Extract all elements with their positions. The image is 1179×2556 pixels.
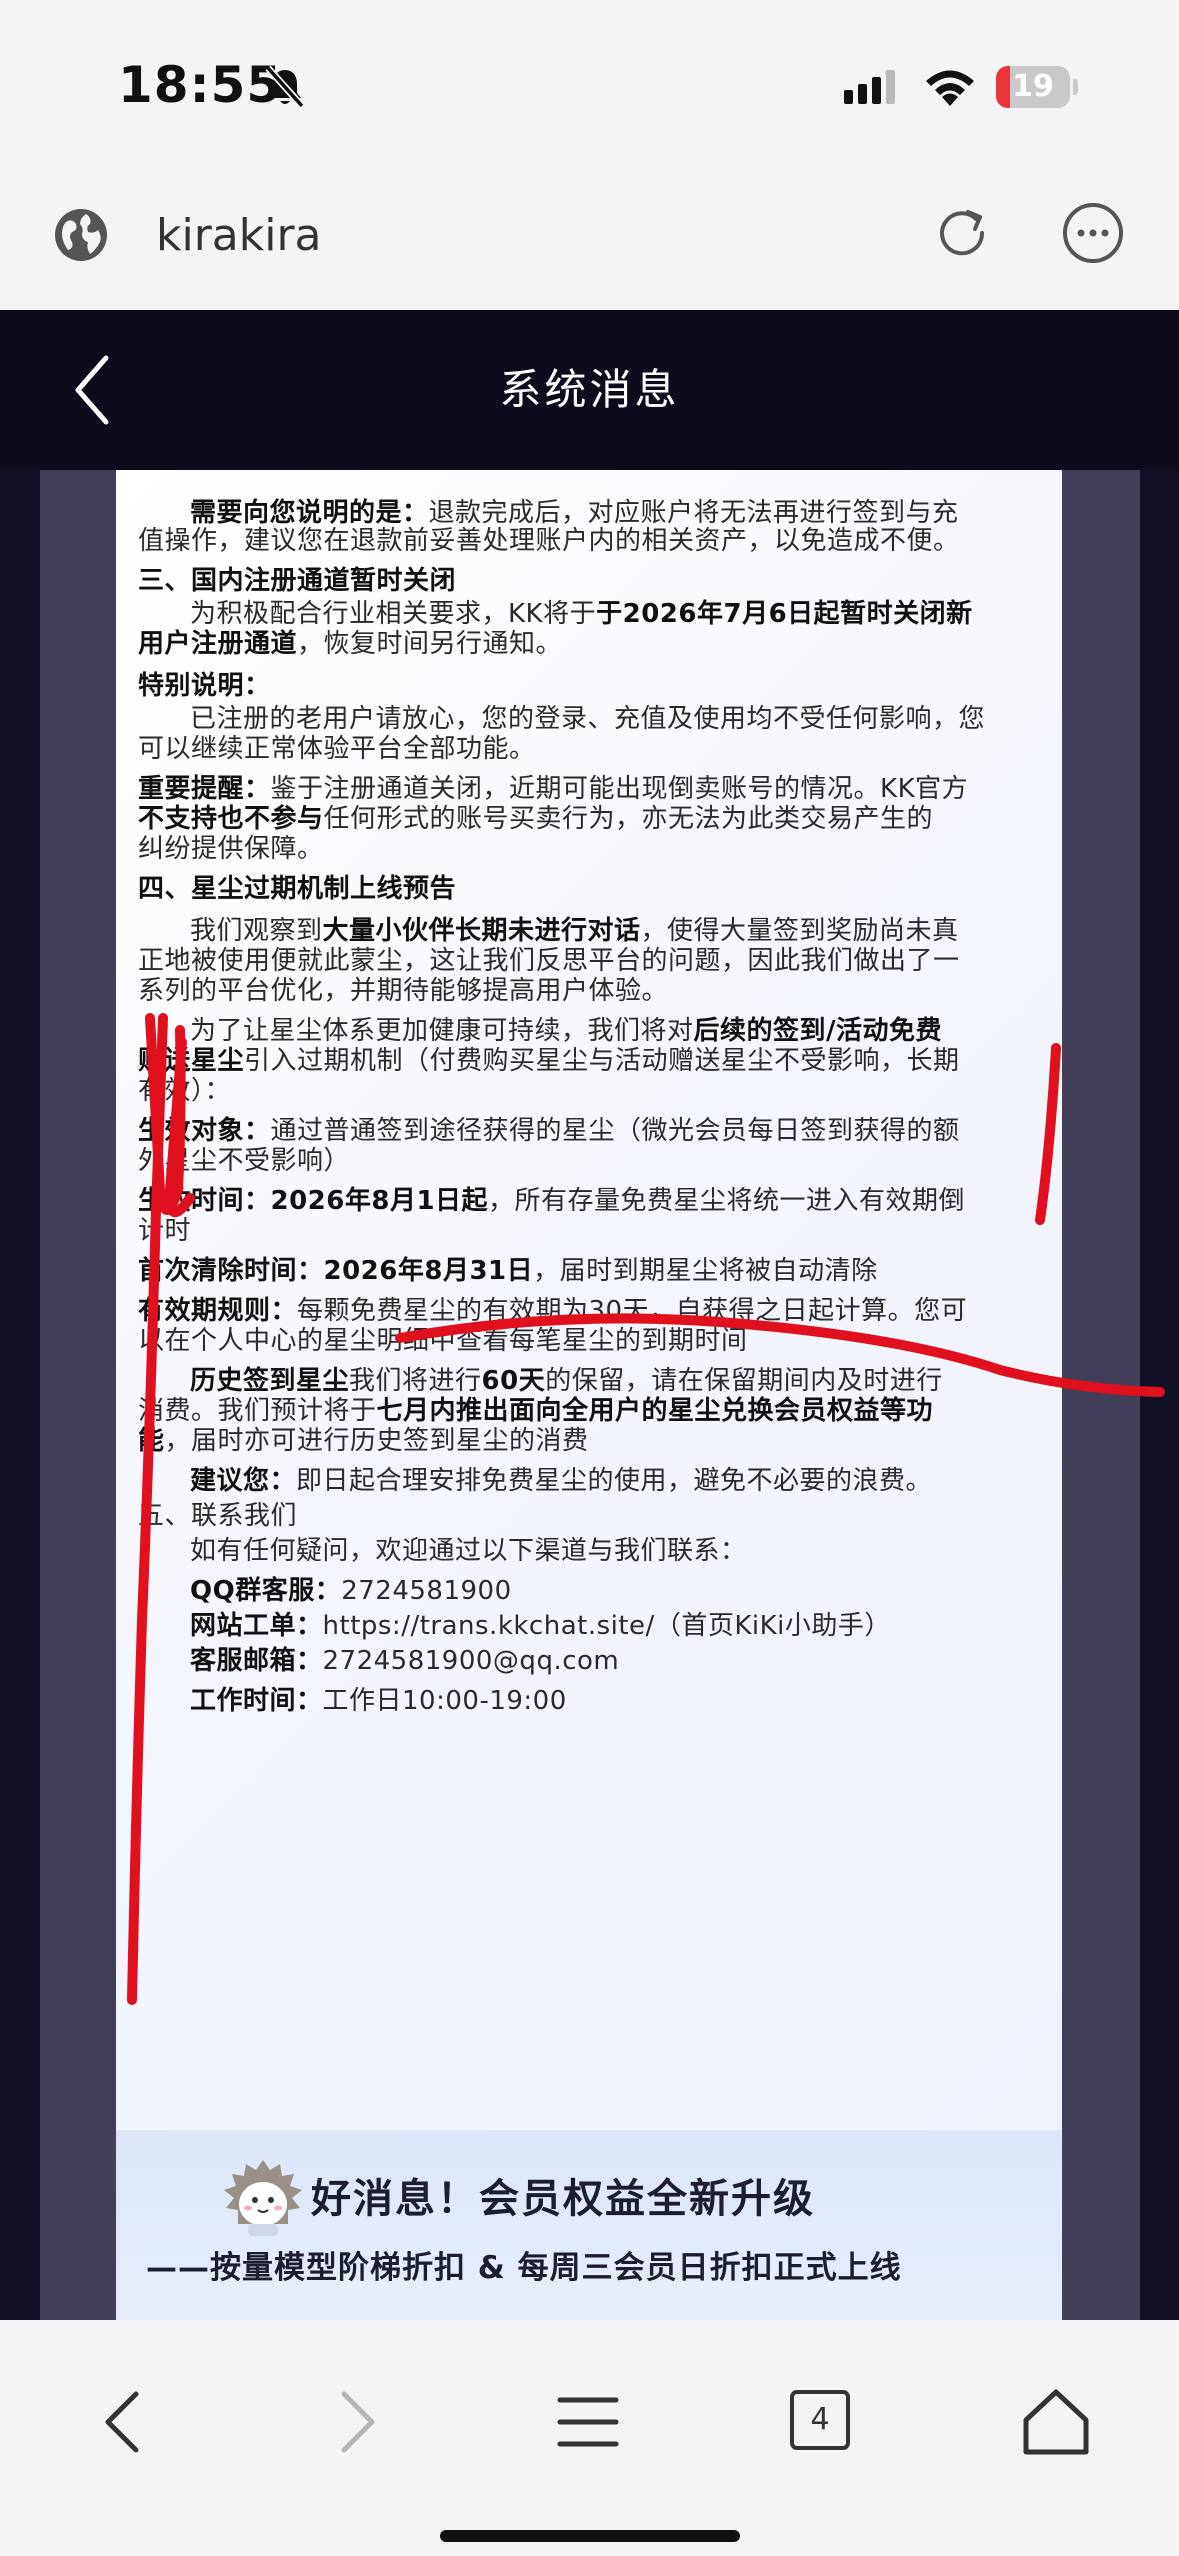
bell-slash-icon bbox=[265, 65, 305, 109]
notice-image: 需要向您说明的是：退款完成后，对应账户将无法再进行签到与充 值操作，建议您在退款前… bbox=[116, 470, 1062, 2320]
notice-frame: 需要向您说明的是：退款完成后，对应账户将无法再进行签到与充 值操作，建议您在退款前… bbox=[40, 470, 1140, 2320]
notice-line: QQ群客服：2724581900 bbox=[138, 1570, 512, 1607]
page-title: 系统消息 bbox=[499, 365, 680, 414]
notice-text-segment: 计时 bbox=[138, 1216, 192, 1246]
notice-line: 能，届时亦可进行历史签到星尘的消费 bbox=[138, 1420, 589, 1457]
notice-line: 工作时间：工作日10:00-19:00 bbox=[138, 1680, 567, 1717]
notice-line: 外星尘不受影响） bbox=[138, 1140, 350, 1177]
notice-line: 生效时间：2026年8月1日起，所有存量免费星尘将统一进入有效期倒 bbox=[138, 1180, 965, 1217]
notice-line: 用户注册通道，恢复时间另行通知。 bbox=[138, 623, 562, 660]
battery-icon: 19 bbox=[996, 66, 1078, 108]
notice-line: 建议您：即日起合理安排免费星尘的使用，避免不必要的浪费。 bbox=[138, 1460, 932, 1497]
notice-text-segment: ，届时亦可进行历史签到星尘的消费 bbox=[164, 1426, 589, 1456]
reload-icon[interactable] bbox=[930, 200, 996, 266]
notice-text-segment: 系列的平台优化，并期待能够提高用户体验。 bbox=[138, 976, 669, 1006]
notice-text-segment: 用户注册通道 bbox=[138, 629, 298, 659]
tabs-button[interactable]: 4 bbox=[790, 2390, 850, 2450]
promo-banner: 好消息！会员权益全新升级 ——按量模型阶梯折扣 & 每周三会员日折扣正式上线 bbox=[116, 2130, 1062, 2320]
notice-line: 网站工单：https://trans.kkchat.site/（首页KiKi小助… bbox=[138, 1605, 891, 1642]
home-indicator bbox=[440, 2530, 740, 2542]
wifi-icon bbox=[926, 70, 974, 106]
status-bar: 18:55 19 bbox=[0, 0, 1179, 170]
more-options-icon[interactable] bbox=[1060, 200, 1126, 266]
notice-text-segment: 能 bbox=[138, 1426, 165, 1456]
notice-line: 系列的平台优化，并期待能够提高用户体验。 bbox=[138, 970, 668, 1007]
browser-toolbar: 4 bbox=[0, 2320, 1179, 2556]
notice-text-segment: 工作时间： bbox=[190, 1686, 323, 1716]
message-content[interactable]: 需要向您说明的是：退款完成后，对应账户将无法再进行签到与充 值操作，建议您在退款前… bbox=[0, 470, 1179, 2320]
notice-line: 特别说明： bbox=[138, 665, 271, 702]
notice-text-segment: 四、星尘过期机制上线预告 bbox=[138, 874, 457, 904]
notice-line: 以在个人中心的星尘明细中查看每笔星尘的到期时间 bbox=[138, 1320, 748, 1357]
cellular-signal-icon bbox=[844, 70, 895, 104]
notice-line: 如有任何疑问，欢迎通过以下渠道与我们联系： bbox=[138, 1530, 747, 1567]
notice-line: 首次清除时间：2026年8月31日，届时到期星尘将被自动清除 bbox=[138, 1250, 878, 1287]
notice-text-segment: https://trans.kkchat.site/（首页KiKi小助手） bbox=[322, 1611, 891, 1641]
notice-line: 五、联系我们 bbox=[138, 1495, 297, 1532]
notice-text-segment: 特别说明： bbox=[138, 671, 271, 701]
browser-address-bar[interactable]: kirakira bbox=[0, 170, 1179, 310]
forward-icon[interactable] bbox=[316, 2384, 396, 2460]
page-site-title: kirakira bbox=[156, 210, 322, 261]
notice-text-segment: ，所有存量免费星尘将统一进入有效期倒 bbox=[488, 1186, 966, 1216]
notice-text-segment: 引入过期机制（付费购买星尘与活动赠送星尘不受影响，长期 bbox=[244, 1046, 960, 1076]
notice-text-segment: ，届时到期星尘将被自动清除 bbox=[533, 1256, 878, 1286]
notice-text-segment: 有效）： bbox=[138, 1076, 232, 1106]
notice-text-segment: QQ群客服： bbox=[190, 1576, 342, 1606]
notice-text-segment: ，恢复时间另行通知。 bbox=[297, 629, 563, 659]
notice-text-segment: 2724581900@qq.com bbox=[322, 1646, 620, 1676]
notice-text-segment: 如有任何疑问，欢迎通过以下渠道与我们联系： bbox=[190, 1536, 747, 1566]
notice-line: 可以继续正常体验平台全部功能。 bbox=[138, 728, 536, 765]
notice-line: 三、国内注册通道暂时关闭 bbox=[138, 560, 456, 597]
notice-text-segment: 2724581900 bbox=[341, 1576, 512, 1606]
notice-text-segment: 建议您： bbox=[190, 1466, 297, 1496]
tab-count: 4 bbox=[810, 2402, 830, 2437]
notice-line: 纠纷提供保障。 bbox=[138, 828, 324, 865]
notice-text-segment: 客服邮箱： bbox=[190, 1646, 323, 1676]
status-time: 18:55 bbox=[118, 56, 283, 114]
battery-level: 19 bbox=[1012, 69, 1054, 104]
back-arrow-icon[interactable] bbox=[68, 352, 118, 428]
notice-text-segment: 任何形式的账号买卖行为，亦无法为此类交易产生的 bbox=[323, 804, 934, 834]
notice-text-segment: 工作日10:00-19:00 bbox=[322, 1686, 567, 1716]
menu-icon[interactable] bbox=[548, 2384, 628, 2460]
notice-line: 赠送星尘引入过期机制（付费购买星尘与活动赠送星尘不受影响，长期 bbox=[138, 1040, 960, 1077]
notice-text-segment: 于2026年7月6日起暂时关闭新 bbox=[596, 599, 973, 629]
notice-text-segment: 外星尘不受影响） bbox=[138, 1146, 351, 1176]
mascot-hedgehog-icon bbox=[224, 2160, 302, 2236]
notice-text-segment: 首次清除时间：2026年8月31日 bbox=[138, 1256, 534, 1286]
notice-text-segment: 以在个人中心的星尘明细中查看每笔星尘的到期时间 bbox=[138, 1326, 748, 1356]
notice-text-segment: 五、联系我们 bbox=[138, 1501, 298, 1531]
notice-text-segment: 三、国内注册通道暂时关闭 bbox=[138, 566, 457, 596]
home-icon[interactable] bbox=[1016, 2384, 1096, 2460]
back-icon[interactable] bbox=[84, 2384, 164, 2460]
notice-text-segment: 值操作，建议您在退款前妥善处理账户内的相关资产，以免造成不便。 bbox=[138, 526, 960, 556]
notice-line: 客服邮箱：2724581900@qq.com bbox=[138, 1640, 619, 1677]
notice-text-segment: 纠纷提供保障。 bbox=[138, 834, 324, 864]
notice-line: 值操作，建议您在退款前妥善处理账户内的相关资产，以免造成不便。 bbox=[138, 520, 960, 557]
notice-text-segment: 即日起合理安排免费星尘的使用，避免不必要的浪费。 bbox=[296, 1466, 933, 1496]
notice-line: 四、星尘过期机制上线预告 bbox=[138, 868, 456, 905]
notice-text-segment: 网站工单： bbox=[190, 1611, 323, 1641]
promo-title: 好消息！会员权益全新升级 bbox=[311, 2176, 815, 2222]
notice-line: 计时 bbox=[138, 1210, 191, 1247]
notice-text-segment: 通过普通签到途径获得的星尘（微光会员每日签到获得的额 bbox=[270, 1116, 960, 1146]
globe-icon bbox=[55, 209, 107, 261]
app-header: 系统消息 bbox=[0, 310, 1179, 470]
notice-text-segment: 可以继续正常体验平台全部功能。 bbox=[138, 734, 536, 764]
promo-subtitle: ——按量模型阶梯折扣 & 每周三会员日折扣正式上线 bbox=[146, 2250, 902, 2286]
notice-line: 有效）： bbox=[138, 1070, 231, 1107]
